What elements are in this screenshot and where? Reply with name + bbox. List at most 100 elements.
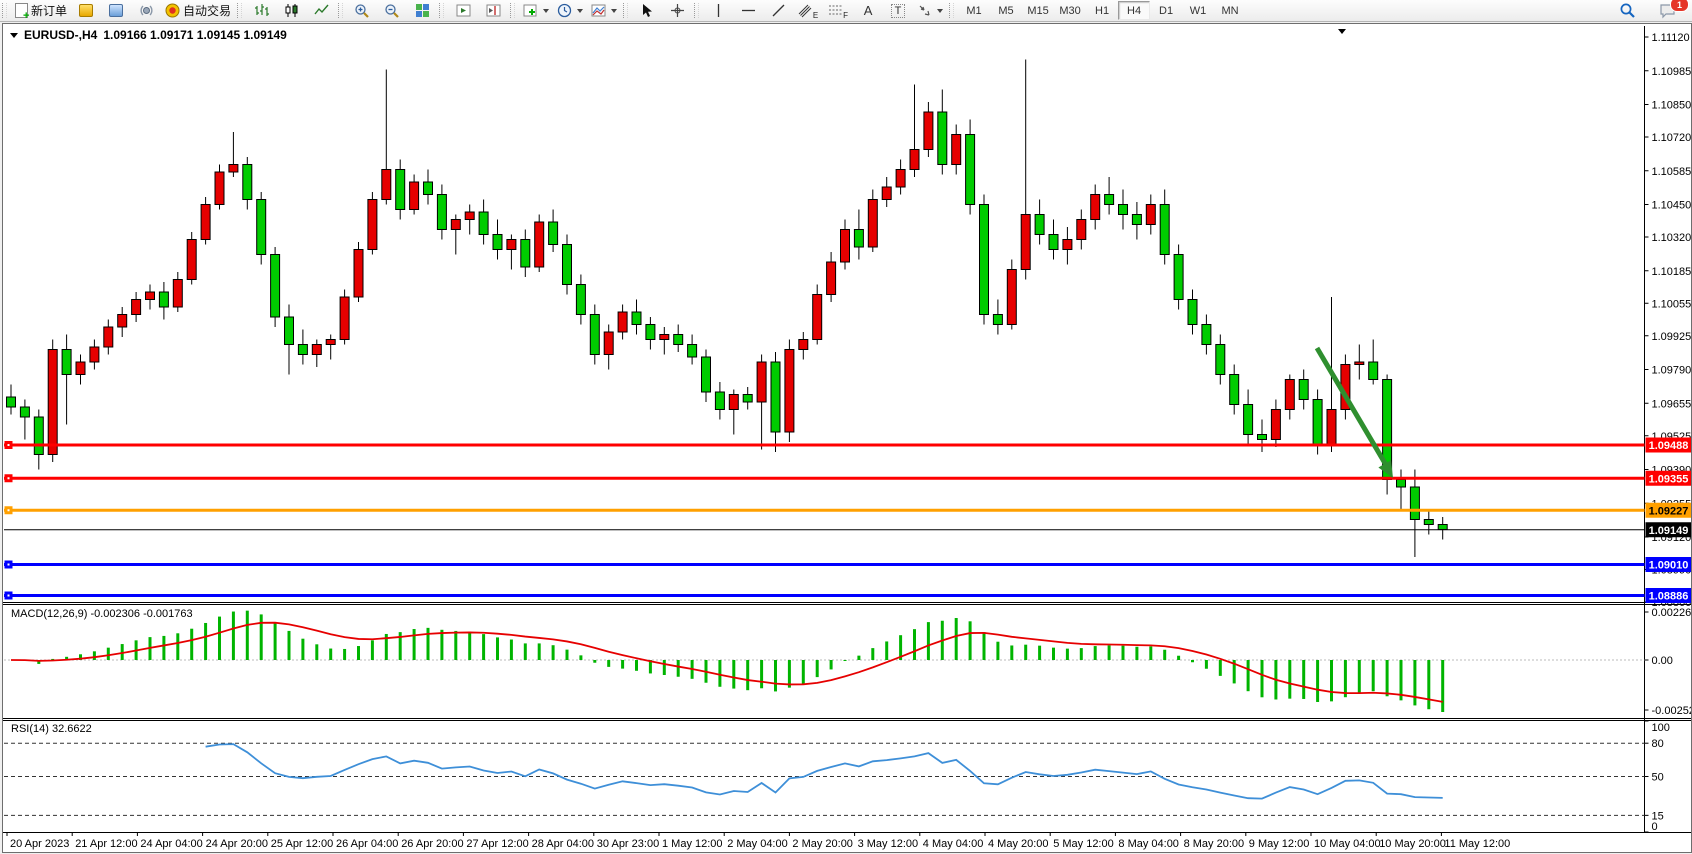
candle-up xyxy=(896,170,905,188)
autotrading-label: 自动交易 xyxy=(183,2,231,19)
bars-chart-icon xyxy=(254,3,269,18)
candle-up xyxy=(827,262,836,295)
channel-button[interactable]: E xyxy=(793,0,823,21)
crosshair-button[interactable] xyxy=(662,0,692,21)
candle-up xyxy=(132,300,141,315)
line-chart-button[interactable] xyxy=(306,0,336,21)
candle-up xyxy=(757,362,766,402)
zoom-out-button[interactable] xyxy=(377,0,407,21)
toolbar-grip xyxy=(237,3,242,18)
chart-window[interactable]: 1.111201.109851.108501.107201.105851.104… xyxy=(2,23,1692,853)
indicators-button[interactable] xyxy=(519,0,553,21)
time-tick-label: 28 Apr 04:00 xyxy=(532,838,594,850)
candle-down xyxy=(702,357,711,392)
time-tick-label: 25 Apr 12:00 xyxy=(271,838,333,850)
templates-button[interactable] xyxy=(587,0,621,21)
toolbar-grip xyxy=(439,3,444,18)
rsi-tick-label: 0 xyxy=(1652,821,1658,833)
time-tick-label: 21 Apr 12:00 xyxy=(75,838,137,850)
candle-down xyxy=(688,345,697,358)
wallet-button[interactable] xyxy=(71,0,101,21)
candle-down xyxy=(674,335,683,345)
timeframe-m5-button[interactable]: M5 xyxy=(990,1,1022,20)
signals-button[interactable] xyxy=(131,0,161,21)
main-toolbar: + 新订单 自动交易 xyxy=(0,0,1692,22)
search-icon xyxy=(1619,2,1636,19)
chart-shift-button[interactable] xyxy=(478,0,508,21)
auto-scroll-button[interactable] xyxy=(448,0,478,21)
arrows-button[interactable] xyxy=(913,0,947,21)
chart-canvas[interactable]: 1.111201.109851.108501.107201.105851.104… xyxy=(3,24,1691,852)
macd-tick-label: 0.002262 xyxy=(1652,607,1692,619)
candle-down xyxy=(771,362,780,432)
candle-down xyxy=(1174,255,1183,300)
time-tick-label: 8 May 20:00 xyxy=(1184,838,1245,850)
trendline-button[interactable] xyxy=(763,0,793,21)
price-tick-label: 1.10985 xyxy=(1652,66,1692,78)
candle-up xyxy=(785,350,794,433)
candle-down xyxy=(521,240,530,268)
price-tick-label: 1.10850 xyxy=(1652,100,1692,112)
candles-chart-button[interactable] xyxy=(276,0,306,21)
candle-up xyxy=(1146,205,1155,225)
candle-down xyxy=(743,395,752,403)
hline-button[interactable] xyxy=(733,0,763,21)
text-button[interactable]: A xyxy=(853,0,883,21)
candle-up xyxy=(326,340,335,345)
line-handle-dot xyxy=(8,444,10,446)
candle-down xyxy=(298,345,307,355)
notifications-button[interactable]: 1 xyxy=(1652,0,1682,21)
timeframe-m1-button[interactable]: M1 xyxy=(958,1,990,20)
autotrading-button[interactable]: 自动交易 xyxy=(161,0,235,21)
timeframe-mn-button[interactable]: MN xyxy=(1214,1,1246,20)
terminal-button[interactable] xyxy=(101,0,131,21)
chevron-down-icon xyxy=(611,9,617,13)
timeframe-w1-button[interactable]: W1 xyxy=(1182,1,1214,20)
level-price-flag-label: 1.09010 xyxy=(1649,560,1689,572)
candle-down xyxy=(980,205,989,315)
rsi-tick-label: 100 xyxy=(1652,722,1670,734)
new-order-button[interactable]: + 新订单 xyxy=(11,0,71,21)
candle-down xyxy=(1369,362,1378,380)
vline-button[interactable] xyxy=(703,0,733,21)
label-button[interactable]: T xyxy=(883,0,913,21)
price-tick-label: 1.09790 xyxy=(1652,365,1692,377)
candle-down xyxy=(493,235,502,250)
macd-tick-label: 0.00 xyxy=(1652,655,1673,667)
cursor-button[interactable] xyxy=(632,0,662,21)
tile-windows-button[interactable] xyxy=(407,0,437,21)
candle-down xyxy=(396,170,405,210)
price-tick-label: 1.10720 xyxy=(1652,132,1692,144)
candle-up xyxy=(1327,410,1336,445)
zoom-in-button[interactable] xyxy=(347,0,377,21)
candle-up xyxy=(146,292,155,300)
level-price-flag-label: 1.08886 xyxy=(1649,591,1689,603)
candle-down xyxy=(7,397,16,407)
timeframe-h4-button[interactable]: H4 xyxy=(1118,1,1150,20)
time-tick-label: 5 May 12:00 xyxy=(1053,838,1114,850)
time-tick-label: 9 May 12:00 xyxy=(1249,838,1310,850)
timeframe-h1-button[interactable]: H1 xyxy=(1086,1,1118,20)
price-tick-label: 1.10055 xyxy=(1652,298,1692,310)
time-tick-label: 1 May 12:00 xyxy=(662,838,723,850)
chart-menu-icon[interactable] xyxy=(10,33,18,38)
candle-down xyxy=(646,325,655,340)
candle-down xyxy=(715,392,724,410)
periods-button[interactable] xyxy=(553,0,587,21)
search-button[interactable] xyxy=(1612,0,1642,21)
chevron-down-icon xyxy=(543,9,549,13)
notification-badge: 1 xyxy=(1670,0,1689,12)
template-icon xyxy=(591,3,606,18)
line-handle-dot xyxy=(8,595,10,597)
line-handle-dot xyxy=(8,564,10,566)
timeframe-d1-button[interactable]: D1 xyxy=(1150,1,1182,20)
price-tick-label: 1.09925 xyxy=(1652,331,1692,343)
signals-icon xyxy=(139,3,154,18)
candle-up xyxy=(451,220,460,230)
fibonacci-button[interactable]: F xyxy=(823,0,853,21)
candle-up xyxy=(1091,195,1100,220)
time-tick-label: 3 May 12:00 xyxy=(858,838,919,850)
timeframe-m15-button[interactable]: M15 xyxy=(1022,1,1054,20)
bars-chart-button[interactable] xyxy=(246,0,276,21)
timeframe-m30-button[interactable]: M30 xyxy=(1054,1,1086,20)
